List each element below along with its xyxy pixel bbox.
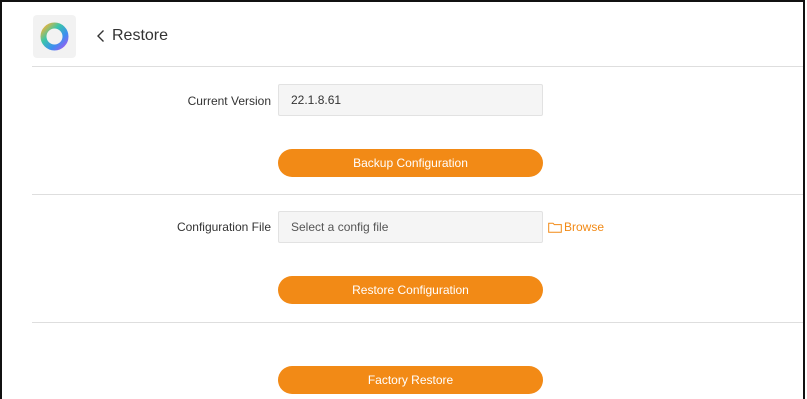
ring-logo-icon xyxy=(40,22,69,51)
section-divider xyxy=(32,194,803,195)
browse-label: Browse xyxy=(564,220,605,234)
section-divider xyxy=(32,322,803,323)
page-title: Restore xyxy=(112,27,169,44)
restore-configuration-button[interactable]: Restore Configuration xyxy=(278,276,543,304)
backup-configuration-button[interactable]: Backup Configuration xyxy=(278,149,543,177)
chevron-left-icon xyxy=(96,29,106,43)
app-logo xyxy=(33,15,76,58)
factory-restore-button[interactable]: Factory Restore xyxy=(278,366,543,394)
window-frame: Restore Current Version 22.1.8.61 Backup… xyxy=(0,0,805,399)
configuration-file-label: Configuration File xyxy=(176,220,271,234)
folder-icon xyxy=(548,222,562,233)
header-divider xyxy=(32,66,803,67)
current-version-field: 22.1.8.61 xyxy=(278,84,543,116)
back-button[interactable]: Restore xyxy=(96,24,168,48)
config-file-input[interactable]: Select a config file xyxy=(278,211,543,243)
current-version-label: Current Version xyxy=(187,94,271,108)
browse-button[interactable]: Browse xyxy=(548,220,604,234)
